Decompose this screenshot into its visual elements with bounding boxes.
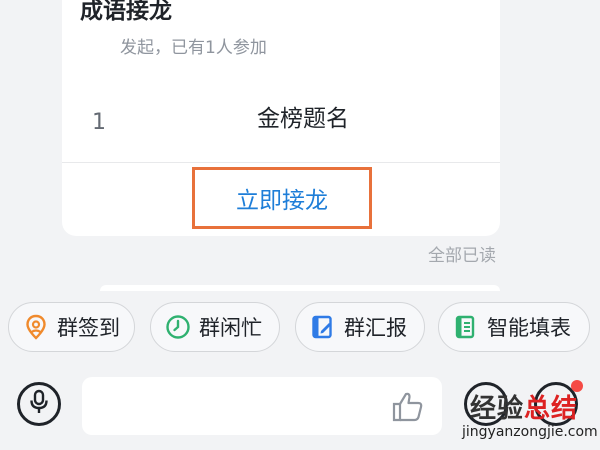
next-message-card bbox=[100, 285, 500, 291]
clock-icon bbox=[165, 314, 191, 340]
message-input[interactable] bbox=[82, 377, 442, 435]
group-report-label: 群汇报 bbox=[344, 316, 407, 340]
group-checkin-chip[interactable]: 群签到 bbox=[8, 302, 135, 352]
voice-button[interactable] bbox=[17, 382, 61, 426]
thumbs-up-icon bbox=[390, 392, 426, 429]
read-status: 全部已读 bbox=[428, 246, 496, 266]
watermark-text-b: 总结 bbox=[524, 394, 579, 424]
smart-form-label: 智能填表 bbox=[487, 316, 571, 340]
smart-form-chip[interactable]: 智能填表 bbox=[438, 302, 590, 352]
report-edit-icon bbox=[310, 314, 336, 340]
watermark-text-a: 经验 bbox=[470, 394, 525, 424]
location-pin-icon bbox=[23, 314, 49, 340]
group-status-chip[interactable]: 群闲忙 bbox=[150, 302, 280, 352]
entry-text: 金榜题名 bbox=[257, 106, 349, 132]
group-report-chip[interactable]: 群汇报 bbox=[295, 302, 425, 352]
card-title: 成语接龙 bbox=[80, 0, 172, 24]
entry-index: 1 bbox=[92, 110, 106, 135]
watermark-logo: 经验总结 bbox=[470, 388, 578, 425]
form-sheet-icon bbox=[453, 314, 479, 340]
watermark-url: jingyanzongjie.com bbox=[462, 424, 598, 440]
join-relay-button[interactable]: 立即接龙 bbox=[192, 167, 372, 229]
card-divider bbox=[62, 162, 500, 163]
quick-action-bar: 群签到 群闲忙 群汇报 智能填表 bbox=[0, 302, 600, 354]
card-subtitle: 发起，已有1人参加 bbox=[120, 38, 267, 58]
solitaire-card: 成语接龙 发起，已有1人参加 1 金榜题名 立即接龙 bbox=[62, 0, 500, 236]
group-status-label: 群闲忙 bbox=[199, 316, 262, 340]
microphone-icon bbox=[28, 389, 50, 419]
thumbs-up-button[interactable] bbox=[390, 389, 426, 425]
group-checkin-label: 群签到 bbox=[57, 316, 120, 340]
